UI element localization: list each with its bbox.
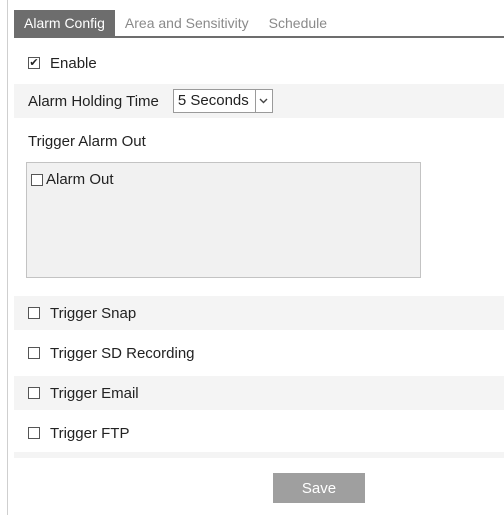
- alarm-holding-time-value: 5 Seconds: [177, 92, 249, 109]
- trigger-ftp-row: Trigger FTP: [14, 416, 504, 450]
- chevron-down-icon[interactable]: [254, 90, 272, 112]
- trigger-snap-checkbox[interactable]: [28, 307, 40, 319]
- trigger-sd-recording-label: Trigger SD Recording: [50, 344, 195, 362]
- enable-row: ✔ Enable: [14, 46, 504, 80]
- trigger-sd-recording-row: Trigger SD Recording: [14, 336, 504, 370]
- alarm-holding-time-label: Alarm Holding Time: [28, 92, 159, 110]
- trigger-email-label: Trigger Email: [50, 384, 139, 402]
- tab-bar: Alarm Config Area and Sensitivity Schedu…: [14, 10, 337, 36]
- trigger-ftp-checkbox[interactable]: [28, 427, 40, 439]
- list-item: Alarm Out: [31, 171, 420, 188]
- trigger-snap-label: Trigger Snap: [50, 304, 137, 322]
- alarm-holding-time-row: Alarm Holding Time 5 Seconds: [14, 84, 504, 118]
- tab-alarm-config[interactable]: Alarm Config: [14, 10, 115, 36]
- alarm-out-label: Alarm Out: [46, 171, 114, 188]
- trigger-snap-row: Trigger Snap: [14, 296, 504, 330]
- trigger-email-checkbox[interactable]: [28, 387, 40, 399]
- tab-schedule[interactable]: Schedule: [259, 10, 337, 36]
- alarm-out-checkbox[interactable]: [31, 173, 43, 186]
- tab-underline: [14, 36, 504, 38]
- trigger-email-row: Trigger Email: [14, 376, 504, 410]
- tab-area-and-sensitivity[interactable]: Area and Sensitivity: [115, 10, 259, 36]
- alarm-holding-time-select[interactable]: 5 Seconds: [172, 89, 273, 113]
- save-button[interactable]: Save: [273, 473, 365, 503]
- enable-label: Enable: [50, 54, 97, 72]
- trigger-alarm-out-row: Trigger Alarm Out: [14, 124, 504, 158]
- enable-checkbox[interactable]: ✔: [28, 57, 40, 69]
- row-divider: [14, 452, 504, 458]
- alarm-out-list: Alarm Out: [26, 162, 421, 278]
- trigger-alarm-out-label: Trigger Alarm Out: [28, 132, 146, 150]
- trigger-ftp-label: Trigger FTP: [50, 424, 130, 442]
- trigger-sd-recording-checkbox[interactable]: [28, 347, 40, 359]
